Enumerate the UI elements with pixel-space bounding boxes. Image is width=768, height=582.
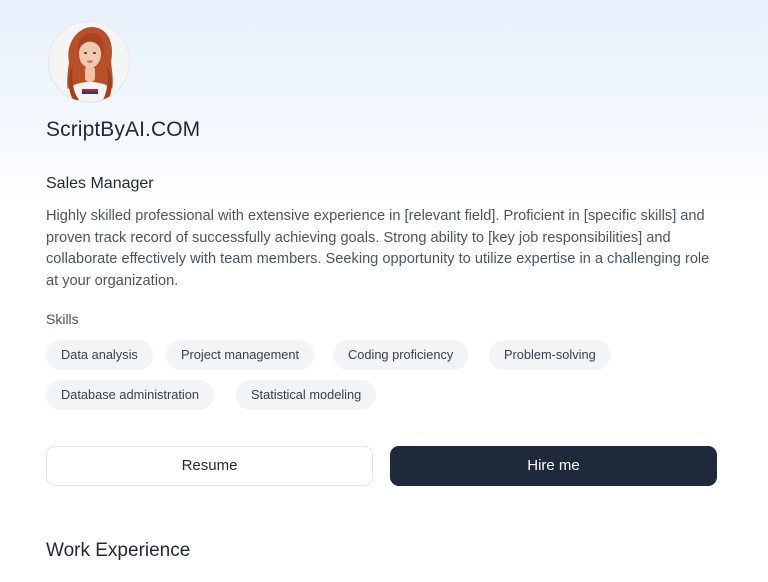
job-title: Sales Manager [46,175,154,192]
skill-chip: Statistical modeling [236,380,377,410]
skills-heading: Skills [46,311,79,327]
hire-me-button[interactable]: Hire me [390,446,717,486]
skill-chip: Problem-solving [489,340,611,370]
skill-chip: Data analysis [46,340,153,370]
resume-button[interactable]: Resume [46,446,373,486]
skill-chip: Project management [166,340,315,370]
work-experience-heading: Work Experience [46,540,191,561]
brand-name: ScriptByAI.COM [46,118,201,141]
avatar [48,21,130,103]
bio-text: Highly skilled professional with extensi… [46,208,710,289]
skill-chip: Database administration [46,380,214,410]
avatar-portrait-image [49,22,129,102]
skill-chip: Coding proficiency [333,340,469,370]
